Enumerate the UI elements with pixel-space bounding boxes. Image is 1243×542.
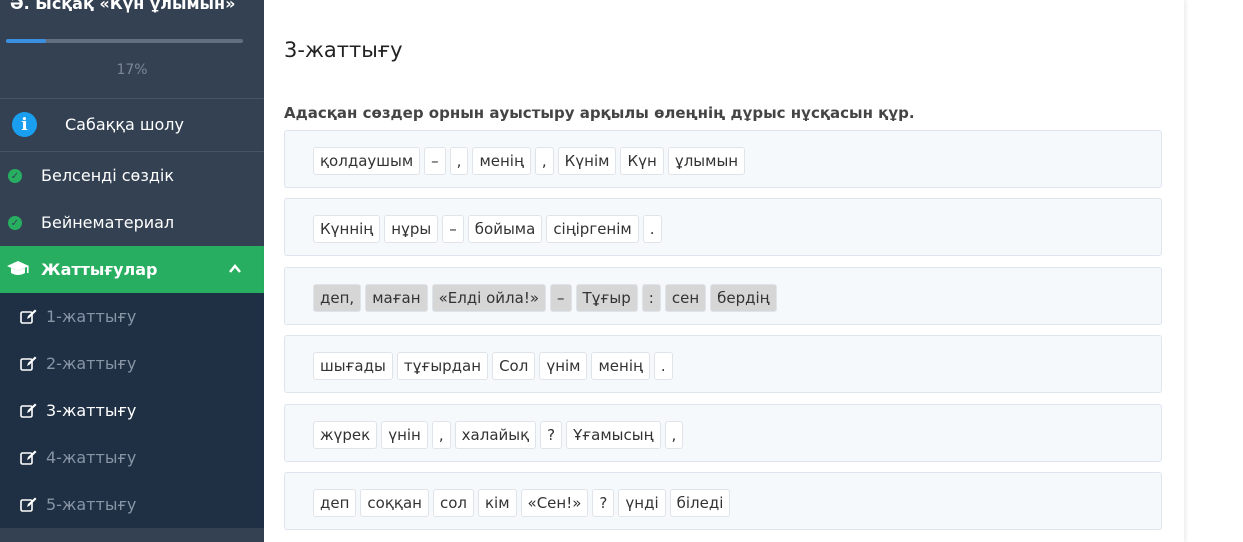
edit-icon xyxy=(20,497,37,512)
word-token[interactable]: үнді xyxy=(618,489,666,517)
exercise-label: 1-жаттығу xyxy=(46,307,137,326)
word-token[interactable]: нұры xyxy=(384,215,439,243)
divider xyxy=(0,98,264,99)
word-token[interactable]: халайық xyxy=(454,421,537,449)
sentence-row[interactable]: шығады тұғырдан Сол үнім менің. xyxy=(284,335,1162,393)
exercise-label: 4-жаттығу xyxy=(46,448,137,467)
token-list: деп соққан сол кім «Сен!»? үнді біледі xyxy=(313,489,731,517)
word-token[interactable]: шығады xyxy=(313,352,393,380)
word-token[interactable]: : xyxy=(641,284,661,312)
word-token[interactable]: сол xyxy=(432,489,474,517)
sidebar-item-exercise-3[interactable]: 3-жаттығу xyxy=(0,387,264,434)
word-token[interactable]: – xyxy=(550,284,572,312)
word-token[interactable]: кім xyxy=(477,489,517,517)
word-token[interactable]: Сол xyxy=(492,352,536,380)
sidebar-item-exercises[interactable]: Жаттығулар xyxy=(0,246,264,293)
word-token[interactable]: бойыма xyxy=(467,215,543,243)
token-list: жүрек үнін, халайық? Ұғамысың, xyxy=(313,421,684,449)
word-token[interactable]: менің xyxy=(591,352,650,380)
exercise-instruction: Адасқан сөздер орнын ауыстыру арқылы өле… xyxy=(284,104,915,122)
word-token[interactable]: «Елді ойла!» xyxy=(431,284,547,312)
sidebar-item-exercise-4[interactable]: 4-жаттығу xyxy=(0,434,264,481)
exercise-label: 5-жаттығу xyxy=(46,495,137,514)
check-circle-icon: ✓ xyxy=(8,216,22,230)
word-token[interactable]: деп, xyxy=(313,284,362,312)
exercise-label: 2-жаттығу xyxy=(46,354,137,373)
sidebar-item-label: Сабаққа шолу xyxy=(65,115,184,134)
word-token[interactable]: үнін xyxy=(381,421,428,449)
sidebar-item-exercise-2[interactable]: 2-жаттығу xyxy=(0,340,264,387)
main-content: 3-жаттығу Адасқан сөздер орнын ауыстыру … xyxy=(264,0,1184,542)
word-token[interactable]: , xyxy=(534,147,554,175)
sentence-row[interactable]: Күннің нұры – бойыма сіңіргенім. xyxy=(284,198,1162,256)
edit-icon xyxy=(20,450,37,465)
sidebar-item-exercise-1[interactable]: 1-жаттығу xyxy=(0,293,264,340)
edit-icon xyxy=(20,356,37,371)
word-token[interactable]: – xyxy=(442,215,464,243)
exercise-label: 3-жаттығу xyxy=(46,401,137,420)
word-token[interactable]: Тұғыр xyxy=(575,284,638,312)
sidebar-item-active-vocabulary[interactable]: ✓ Белсенді сөздік xyxy=(0,152,264,199)
word-token[interactable]: соққан xyxy=(360,489,429,517)
word-token[interactable]: Күнім xyxy=(557,147,617,175)
token-list: Күннің нұры – бойыма сіңіргенім. xyxy=(313,215,662,243)
word-token[interactable]: Ұғамысың xyxy=(566,421,661,449)
sidebar-item-video[interactable]: ✓ Бейнематериал xyxy=(0,199,264,246)
word-token[interactable]: ? xyxy=(592,489,615,517)
sidebar-item-label: Бейнематериал xyxy=(41,213,175,232)
word-token[interactable]: ұлымын xyxy=(667,147,746,175)
course-title: Ә. Ысқақ «Күн ұлымын» xyxy=(10,0,236,13)
check-circle-icon: ✓ xyxy=(8,169,22,183)
token-list: деп, маған «Елді ойла!» – Тұғыр: сен бердің xyxy=(313,284,777,312)
word-token[interactable]: біледі xyxy=(669,489,731,517)
word-token[interactable]: ? xyxy=(540,421,563,449)
token-list: шығады тұғырдан Сол үнім менің. xyxy=(313,352,673,380)
sentence-row[interactable]: деп соққан сол кім «Сен!»? үнді біледі xyxy=(284,472,1162,530)
sentence-row[interactable]: деп, маған «Елді ойла!» – Тұғыр: сен бердің xyxy=(284,267,1162,325)
word-token[interactable]: , xyxy=(431,421,451,449)
word-token[interactable]: , xyxy=(449,147,469,175)
word-token[interactable]: тұғырдан xyxy=(396,352,489,380)
word-token[interactable]: . xyxy=(642,215,662,243)
sentence-row[interactable]: жүрек үнін, халайық? Ұғамысың, xyxy=(284,404,1162,462)
progress-bar-fill xyxy=(6,39,47,43)
word-token[interactable]: қолдаушым xyxy=(313,147,421,175)
sentence-row[interactable]: қолдаушым –, менің, Күнім Күн ұлымын xyxy=(284,130,1162,188)
word-token[interactable]: сен xyxy=(664,284,707,312)
word-token[interactable]: маған xyxy=(365,284,428,312)
word-token[interactable]: үнім xyxy=(539,352,588,380)
sidebar-item-label: Белсенді сөздік xyxy=(41,166,175,185)
progress-percent: 17% xyxy=(116,62,148,78)
word-token[interactable]: – xyxy=(424,147,446,175)
word-token[interactable]: Күн xyxy=(620,147,664,175)
word-token[interactable]: Күннің xyxy=(313,215,381,243)
info-icon: i xyxy=(12,112,37,137)
sidebar-item-label: Жаттығулар xyxy=(41,260,158,279)
sidebar-item-overview[interactable]: i Сабаққа шолу xyxy=(0,102,264,148)
exercise-list: 1-жаттығу 2-жаттығу 3-жаттығу 4-жаттығу xyxy=(0,293,264,528)
sidebar-item-exercise-5[interactable]: 5-жаттығу xyxy=(0,481,264,528)
graduation-cap-icon xyxy=(7,261,29,275)
sidebar-footer xyxy=(0,528,264,542)
word-token[interactable]: менің xyxy=(472,147,531,175)
word-token[interactable]: сіңіргенім xyxy=(546,215,639,243)
word-token[interactable]: . xyxy=(653,352,673,380)
word-token[interactable]: жүрек xyxy=(313,421,378,449)
sidebar: Ә. Ысқақ «Күн ұлымын» 17% i Сабаққа шолу… xyxy=(0,0,264,542)
progress-bar xyxy=(6,39,243,43)
word-token[interactable]: бердің xyxy=(710,284,777,312)
word-token[interactable]: , xyxy=(664,421,684,449)
edit-icon xyxy=(20,403,37,418)
word-token[interactable]: «Сен!» xyxy=(520,489,589,517)
chevron-up-icon[interactable] xyxy=(228,262,242,276)
edit-icon xyxy=(20,309,37,324)
token-list: қолдаушым –, менің, Күнім Күн ұлымын xyxy=(313,147,746,175)
word-token[interactable]: деп xyxy=(313,489,357,517)
page-title: 3-жаттығу xyxy=(284,38,403,62)
